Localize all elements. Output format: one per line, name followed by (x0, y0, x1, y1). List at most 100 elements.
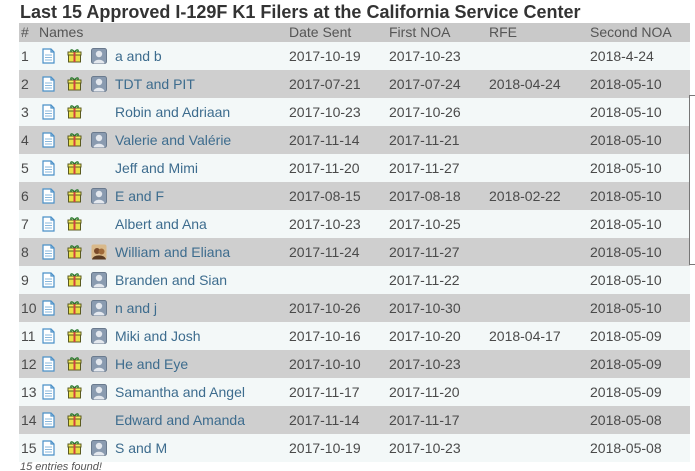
filer-name-link[interactable]: Branden and Sian (115, 272, 227, 288)
document-icon[interactable] (41, 300, 56, 319)
gift-icon[interactable] (67, 328, 82, 347)
filer-name-link[interactable]: a and b (115, 48, 162, 64)
document-icon[interactable] (41, 244, 56, 263)
second-noa: 2018-4-24 (590, 48, 654, 64)
gift-icon[interactable] (67, 160, 82, 179)
gift-icon[interactable] (67, 412, 82, 431)
first-noa: 2017-10-23 (389, 440, 461, 456)
header-rfe: RFE (489, 24, 517, 40)
row-number: 11 (21, 328, 36, 344)
filer-name-link[interactable]: Jeff and Mimi (115, 160, 198, 176)
table-row: 14 Edward and Amanda 2017-11-14 2017-11-17 2… (19, 406, 690, 434)
table-row: 7 Albert and Ana 2017-10-23 2017-10-25 2018-… (19, 210, 690, 238)
gift-icon[interactable] (67, 216, 82, 235)
gift-icon[interactable] (67, 440, 82, 459)
document-icon[interactable] (41, 216, 56, 235)
table-header: # Names Date Sent First NOA RFE Second N… (19, 23, 690, 42)
filer-name-link[interactable]: E and F (115, 188, 164, 204)
first-noa: 2017-08-18 (389, 188, 461, 204)
avatar-icon[interactable] (91, 188, 107, 207)
document-icon[interactable] (41, 356, 56, 375)
first-noa: 2017-11-17 (389, 412, 460, 428)
avatar-icon[interactable] (91, 300, 107, 319)
avatar-icon[interactable] (91, 440, 107, 459)
avatar-icon[interactable] (91, 384, 107, 403)
document-icon[interactable] (41, 160, 56, 179)
avatar-icon[interactable] (91, 132, 107, 151)
second-noa: 2018-05-10 (590, 132, 662, 148)
row-number: 14 (21, 412, 37, 428)
date-sent: 2017-11-24 (289, 244, 360, 260)
filer-name-link[interactable]: He and Eye (115, 356, 188, 372)
table-row: 12 He and Eye 2017-10-10 2017-10-23 2018-05-… (19, 350, 690, 378)
entries-count: 15 entries found! (20, 461, 102, 471)
filer-name-link[interactable]: Edward and Amanda (115, 412, 245, 428)
avatar-icon[interactable] (91, 76, 107, 95)
gift-icon[interactable] (67, 244, 82, 263)
second-noa: 2018-05-10 (590, 216, 662, 232)
row-number: 15 (21, 440, 37, 456)
gift-icon[interactable] (67, 104, 82, 123)
document-icon[interactable] (41, 76, 56, 95)
date-sent: 2017-10-23 (289, 104, 361, 120)
first-noa: 2017-11-27 (389, 244, 460, 260)
document-icon[interactable] (41, 48, 56, 67)
gift-icon[interactable] (67, 384, 82, 403)
table-row: 2 TDT and PIT 2017-07-21 2017-07-24 2018-04-… (19, 70, 690, 98)
second-noa: 2018-05-09 (590, 384, 662, 400)
document-icon[interactable] (41, 328, 56, 347)
date-sent: 2017-10-16 (289, 328, 361, 344)
second-noa: 2018-05-08 (590, 412, 662, 428)
filer-name-link[interactable]: Albert and Ana (115, 216, 207, 232)
second-noa: 2018-05-09 (590, 328, 662, 344)
header-second-noa: Second NOA (590, 24, 672, 40)
document-icon[interactable] (41, 412, 56, 431)
table-row: 4 Valerie and Valérie 2017-11-14 2017-11-21… (19, 126, 690, 154)
document-icon[interactable] (41, 384, 56, 403)
filers-table: # Names Date Sent First NOA RFE Second N… (19, 23, 690, 462)
gift-icon[interactable] (67, 356, 82, 375)
gift-icon[interactable] (67, 188, 82, 207)
gift-icon[interactable] (67, 272, 82, 291)
filer-name-link[interactable]: TDT and PIT (115, 76, 195, 92)
avatar-icon[interactable] (91, 48, 107, 67)
avatar-icon[interactable] (91, 272, 107, 291)
table-row: 10 n and j 2017-10-26 2017-10-30 2018-05-10 (19, 294, 690, 322)
avatar-icon[interactable] (91, 328, 107, 347)
date-sent: 2017-10-26 (289, 300, 361, 316)
second-noa: 2018-05-10 (590, 160, 662, 176)
side-panel-edge (689, 95, 695, 265)
rfe-date: 2018-02-22 (489, 188, 561, 204)
first-noa: 2017-10-25 (389, 216, 461, 232)
filer-name-link[interactable]: Robin and Adriaan (115, 104, 230, 120)
filer-name-link[interactable]: Samantha and Angel (115, 384, 245, 400)
second-noa: 2018-05-10 (590, 244, 662, 260)
date-sent: 2017-11-20 (289, 160, 360, 176)
first-noa: 2017-10-23 (389, 48, 461, 64)
filer-name-link[interactable]: n and j (115, 300, 157, 316)
gift-icon[interactable] (67, 132, 82, 151)
gift-icon[interactable] (67, 300, 82, 319)
table-row: 6 E and F 2017-08-15 2017-08-18 2018-02-22 20… (19, 182, 690, 210)
document-icon[interactable] (41, 132, 56, 151)
first-noa: 2017-10-26 (389, 104, 461, 120)
filer-name-link[interactable]: S and M (115, 440, 167, 456)
gift-icon[interactable] (67, 48, 82, 67)
date-sent: 2017-08-15 (289, 188, 361, 204)
row-number: 5 (21, 160, 29, 176)
first-noa: 2017-10-23 (389, 356, 461, 372)
second-noa: 2018-05-09 (590, 356, 662, 372)
filer-name-link[interactable]: Miki and Josh (115, 328, 201, 344)
document-icon[interactable] (41, 440, 56, 459)
avatar-photo-icon[interactable] (91, 244, 107, 263)
header-names: Names (39, 24, 84, 40)
document-icon[interactable] (41, 188, 56, 207)
document-icon[interactable] (41, 104, 56, 123)
avatar-icon[interactable] (91, 356, 107, 375)
date-sent: 2017-10-19 (289, 440, 361, 456)
gift-icon[interactable] (67, 76, 82, 95)
filer-name-link[interactable]: William and Eliana (115, 244, 230, 260)
filer-name-link[interactable]: Valerie and Valérie (115, 132, 231, 148)
document-icon[interactable] (41, 272, 56, 291)
row-number: 3 (21, 104, 29, 120)
